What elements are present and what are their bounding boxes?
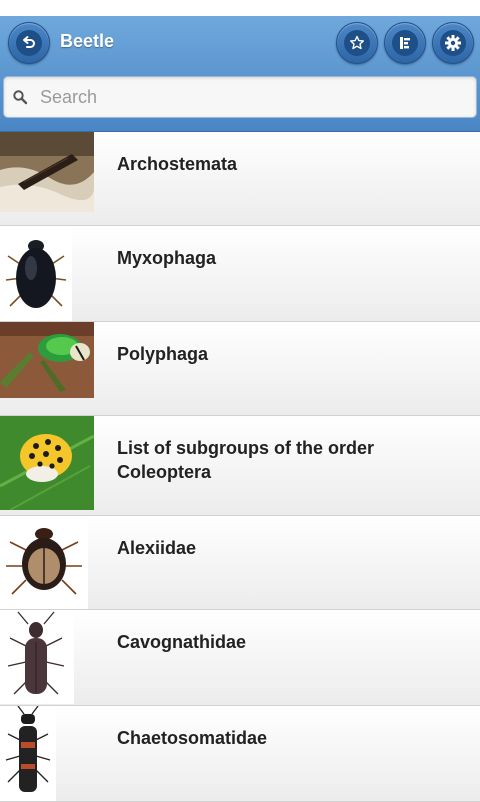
outline-icon	[392, 30, 418, 56]
favorite-button[interactable]	[336, 22, 378, 64]
list-item[interactable]: Cavognathidae	[0, 610, 480, 706]
page-title: Beetle	[60, 31, 115, 51]
list-item[interactable]: Archostemata	[0, 132, 480, 226]
list-item-thumbnail	[0, 226, 94, 321]
article-list: Archostemata Myxophaga Polyphaga List of…	[0, 132, 480, 802]
list-item-label: Cavognathidae	[117, 632, 247, 652]
list-item-thumbnail	[0, 322, 94, 415]
settings-button[interactable]	[432, 22, 474, 64]
back-button[interactable]	[8, 22, 50, 64]
list-item-thumbnail	[0, 416, 94, 515]
list-item-label: Alexiidae	[117, 538, 197, 558]
list-item-label: Chaetosomatidae	[117, 728, 268, 748]
list-item-label: List of subgroups of the order Coleopter…	[117, 438, 374, 482]
list-item[interactable]: List of subgroups of the order Coleopter…	[0, 416, 480, 516]
search-icon	[12, 89, 36, 105]
list-item[interactable]: Alexiidae	[0, 516, 480, 610]
back-arrow-icon	[16, 30, 42, 56]
star-icon	[344, 30, 370, 56]
gear-icon	[440, 30, 466, 56]
list-item-thumbnail	[0, 706, 94, 801]
list-item-label: Polyphaga	[117, 344, 209, 364]
list-item[interactable]: Myxophaga	[0, 226, 480, 322]
table-of-contents-button[interactable]	[384, 22, 426, 64]
list-item[interactable]: Polyphaga	[0, 322, 480, 416]
list-item-label: Myxophaga	[117, 248, 217, 268]
list-item-label: Archostemata	[117, 154, 238, 174]
list-item[interactable]: Chaetosomatidae	[0, 706, 480, 802]
list-item-thumbnail	[0, 132, 94, 225]
app-header: Beetle	[0, 16, 480, 132]
search-bar	[3, 76, 477, 118]
list-item-thumbnail	[0, 516, 94, 609]
status-bar	[0, 0, 480, 16]
search-input[interactable]	[36, 85, 476, 109]
list-item-thumbnail	[0, 610, 94, 705]
